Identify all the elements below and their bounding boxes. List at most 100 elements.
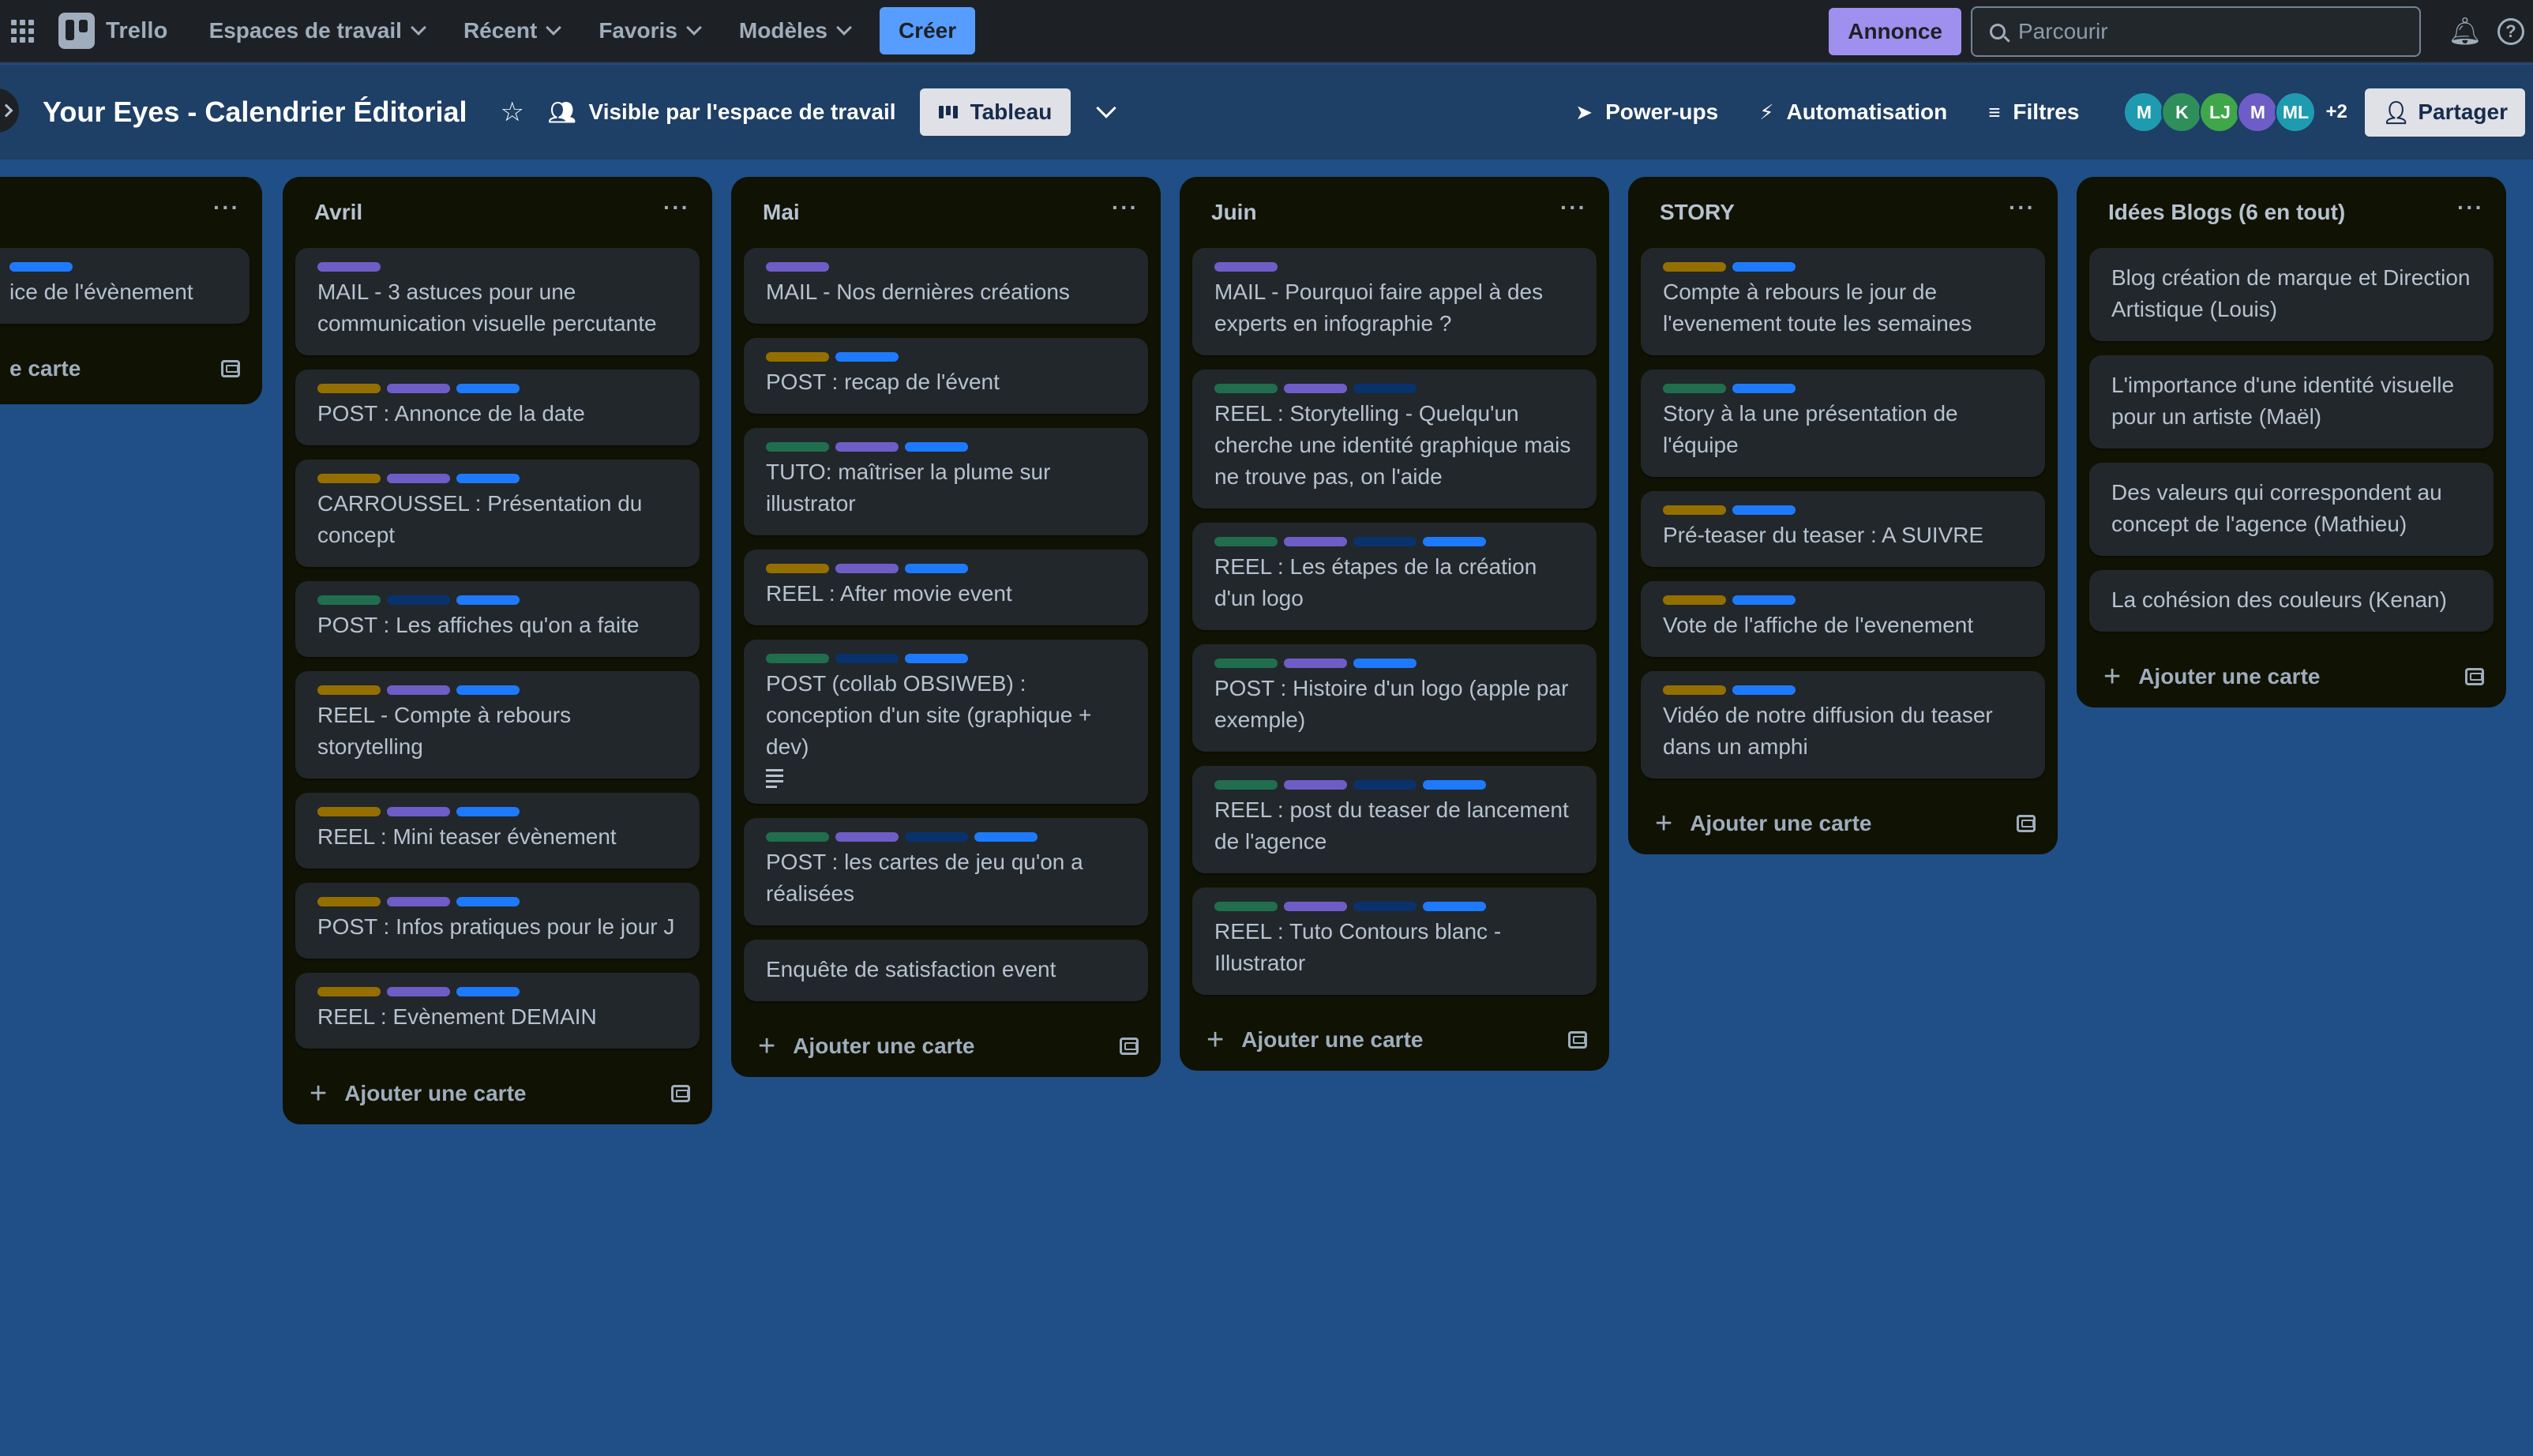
card[interactable]: TUTO: maîtriser la plume sur illustrator: [744, 428, 1148, 535]
nav-favorites[interactable]: Favoris: [584, 9, 714, 53]
view-board-button[interactable]: Tableau: [919, 88, 1071, 136]
card[interactable]: POST : Infos pratiques pour le jour J: [295, 883, 700, 959]
card-template-icon[interactable]: [671, 1085, 690, 1102]
card[interactable]: Vote de l'affiche de l'evenement: [1641, 581, 2045, 657]
filters-button[interactable]: ≡ Filtres: [1988, 99, 2079, 125]
card-labels: [766, 832, 1126, 842]
label-blue: [456, 595, 520, 605]
card[interactable]: REEL : Mini teaser évènement: [295, 793, 700, 869]
list-title[interactable]: Juin: [1211, 200, 1257, 225]
list-title[interactable]: Avril: [314, 200, 362, 225]
member-avatar[interactable]: ML: [2275, 92, 2317, 133]
trello-logo[interactable]: Trello: [58, 13, 168, 49]
card[interactable]: POST : recap de l'évent: [744, 338, 1148, 414]
card[interactable]: REEL : Evènement DEMAIN: [295, 973, 700, 1049]
card[interactable]: MAIL - Pourquoi faire appel à des expert…: [1192, 248, 1597, 355]
add-card-button[interactable]: + Ajouter une carte: [2103, 662, 2320, 692]
card[interactable]: Compte à rebours le jour de l'evenement …: [1641, 248, 2045, 355]
more-icon[interactable]: ···: [1560, 195, 1587, 220]
card[interactable]: Enquête de satisfaction event: [744, 940, 1148, 1001]
label-yellow: [1663, 262, 1726, 272]
card[interactable]: MAIL - 3 astuces pour une communication …: [295, 248, 700, 355]
list-title[interactable]: STORY: [1660, 200, 1735, 225]
app-switcher-icon[interactable]: [0, 0, 44, 62]
card[interactable]: L'importance d'une identité visuelle pou…: [2089, 355, 2494, 448]
create-button[interactable]: Créer: [879, 7, 976, 54]
add-card-label: e carte: [9, 356, 81, 381]
card[interactable]: POST : les cartes de jeu qu'on a réalisé…: [744, 818, 1148, 925]
more-icon[interactable]: ···: [2009, 195, 2036, 220]
member-avatar[interactable]: M: [2237, 92, 2279, 133]
add-card-button[interactable]: e carte: [9, 356, 81, 381]
more-icon[interactable]: ···: [2457, 195, 2484, 220]
card[interactable]: Vidéo de notre diffusion du teaser dans …: [1641, 671, 2045, 779]
card[interactable]: POST : Annonce de la date: [295, 370, 700, 445]
card[interactable]: REEL : post du teaser de lancement de l'…: [1192, 766, 1597, 873]
card[interactable]: ice de l'évènement: [0, 248, 250, 324]
card[interactable]: REEL : Storytelling - Quelqu'un cherche …: [1192, 370, 1597, 508]
card[interactable]: REEL : Les étapes de la création d'un lo…: [1192, 523, 1597, 630]
card[interactable]: Des valeurs qui correspondent au concept…: [2089, 463, 2494, 556]
add-card-row: + Ajouter une carte: [731, 1015, 1161, 1077]
card[interactable]: REEL : Tuto Contours blanc - Illustrator: [1192, 887, 1597, 995]
card-template-icon[interactable]: [2017, 815, 2036, 832]
share-button[interactable]: 👤︎ Partager: [2364, 88, 2525, 137]
plus-icon: +: [1206, 1023, 1225, 1056]
card[interactable]: REEL : After movie event: [744, 550, 1148, 625]
card[interactable]: Blog création de marque et Direction Art…: [2089, 248, 2494, 341]
add-card-button[interactable]: + Ajouter une carte: [1655, 809, 1871, 839]
add-card-button[interactable]: + Ajouter une carte: [758, 1031, 974, 1061]
label-yellow: [766, 564, 829, 573]
powerups-button[interactable]: ➤ Power-ups: [1575, 99, 1718, 125]
help-button[interactable]: ?: [2489, 8, 2533, 55]
card[interactable]: POST : Les affiches qu'on a faite: [295, 581, 700, 657]
bell-icon[interactable]: 🔔︎: [2441, 8, 2489, 55]
nav-templates[interactable]: Modèles: [725, 9, 864, 53]
card[interactable]: POST : Histoire d'un logo (apple par exe…: [1192, 644, 1597, 752]
nav-menu: Espaces de travail Récent Favoris Modèle…: [195, 9, 864, 53]
star-icon[interactable]: ☆: [501, 96, 524, 128]
card-template-icon[interactable]: [1568, 1031, 1587, 1049]
card[interactable]: POST (collab OBSIWEB) : conception d'un …: [744, 640, 1148, 804]
card-template-icon[interactable]: [1120, 1038, 1139, 1055]
sidebar-expand-button[interactable]: [0, 88, 19, 133]
card[interactable]: La cohésion des couleurs (Kenan): [2089, 570, 2494, 632]
plus-icon: +: [310, 1077, 328, 1110]
more-icon[interactable]: ···: [663, 195, 690, 220]
add-card-button[interactable]: + Ajouter une carte: [310, 1079, 526, 1109]
member-avatar[interactable]: M: [2123, 92, 2165, 133]
card[interactable]: Pré-teaser du teaser : A SUIVRE: [1641, 491, 2045, 567]
announce-button[interactable]: Annonce: [1829, 8, 1961, 55]
card[interactable]: MAIL - Nos dernières créations: [744, 248, 1148, 324]
more-members-count[interactable]: +2: [2325, 101, 2347, 123]
board-view-icon: [938, 106, 958, 118]
more-icon[interactable]: ···: [213, 195, 240, 220]
card-template-icon[interactable]: [221, 360, 240, 377]
more-icon[interactable]: ···: [1112, 195, 1139, 220]
search-input[interactable]: Parcourir: [1971, 6, 2421, 57]
list-title[interactable]: Mai: [763, 200, 800, 225]
label-blue: [9, 262, 73, 272]
card-title: POST : Annonce de la date: [317, 401, 585, 426]
card[interactable]: REEL - Compte à rebours storytelling: [295, 671, 700, 779]
nav-templates-label: Modèles: [738, 18, 827, 43]
nav-recent[interactable]: Récent: [449, 9, 573, 53]
board-actions: ➤ Power-ups ⚡︎ Automatisation ≡ Filtres MKL…: [1575, 65, 2525, 159]
member-avatar[interactable]: LJ: [2199, 92, 2241, 133]
card-title: ice de l'évènement: [9, 280, 193, 304]
card[interactable]: Story à la une présentation de l'équipe: [1641, 370, 2045, 477]
visibility-button[interactable]: 👥︎ Visible par l'espace de travail: [548, 99, 896, 126]
automation-button[interactable]: ⚡︎ Automatisation: [1759, 99, 1947, 125]
card-title: POST (collab OBSIWEB) : conception d'un …: [766, 671, 1092, 759]
card-template-icon[interactable]: [2465, 668, 2484, 685]
board-title[interactable]: Your Eyes - Calendrier Éditorial: [43, 96, 467, 129]
member-avatars[interactable]: M K LJ M ML +2: [2123, 92, 2347, 133]
member-avatar[interactable]: K: [2161, 92, 2203, 133]
list-title[interactable]: Idées Blogs (6 en tout): [2108, 200, 2345, 225]
add-card-button[interactable]: + Ajouter une carte: [1206, 1025, 1423, 1055]
nav-workspaces-label: Espaces de travail: [208, 18, 402, 43]
card[interactable]: CARROUSSEL : Présentation du concept: [295, 460, 700, 567]
nav-workspaces[interactable]: Espaces de travail: [195, 9, 438, 53]
chevron-down-icon[interactable]: [1096, 98, 1117, 118]
chevron-right-icon: [0, 103, 13, 118]
